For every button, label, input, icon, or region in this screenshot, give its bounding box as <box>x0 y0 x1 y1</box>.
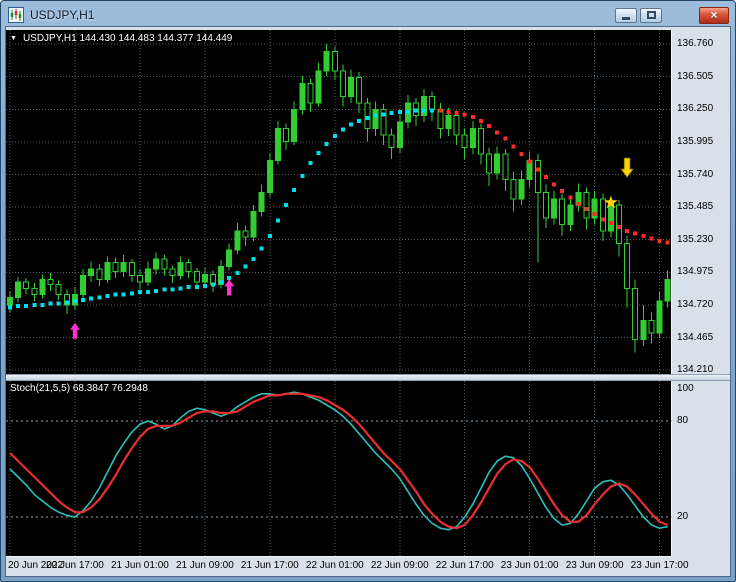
price-axis-label: 136.760 <box>677 38 714 50</box>
buy-arrow-1 <box>70 322 81 339</box>
time-axis-label: 23 Jun 17:00 <box>630 560 689 571</box>
time-axis-label: 22 Jun 01:00 <box>305 560 364 571</box>
main-chart-svg <box>6 30 672 374</box>
stochastic-axis[interactable]: 100 80 20 <box>672 381 730 557</box>
signal-arrows <box>70 157 634 339</box>
quote-dropdown-icon[interactable]: ▼ <box>10 35 17 42</box>
pane-separator[interactable] <box>6 374 730 381</box>
sell-arrow <box>620 157 634 178</box>
price-axis-label: 136.250 <box>677 103 714 115</box>
close-icon: × <box>710 8 718 22</box>
time-axis[interactable]: 20 Jun 2022 20 Jun 17:00 21 Jun 01:00 21 Ju… <box>6 557 730 575</box>
price-axis-label: 135.230 <box>677 233 714 245</box>
maximize-icon <box>646 11 656 19</box>
time-axis-label: 22 Jun 17:00 <box>435 560 494 571</box>
price-axis[interactable]: 136.760 136.505 136.250 135.995 135.740 135.4… <box>672 30 730 376</box>
close-button[interactable]: × <box>699 6 729 24</box>
stochastic-label: Stoch(21,5,5) 68.3847 76.2948 <box>10 383 148 394</box>
price-axis-label: 135.995 <box>677 135 714 147</box>
stoch-levels <box>6 420 672 518</box>
time-axis-label: 22 Jun 09:00 <box>370 560 429 571</box>
price-axis-label: 136.505 <box>677 70 714 82</box>
stoch-main-line <box>9 391 668 531</box>
window-title: USDJPY,H1 <box>30 7 95 22</box>
price-axis-label: 134.720 <box>677 298 714 310</box>
price-axis-label: 135.485 <box>677 201 714 213</box>
stoch-grid <box>9 381 661 557</box>
time-axis-label: 23 Jun 01:00 <box>500 560 559 571</box>
main-grid <box>6 30 672 374</box>
chart-window: USDJPY,H1 × ▼ USDJPY,H1 144.430 144.483 … <box>0 0 736 582</box>
time-axis-label: 23 Jun 09:00 <box>565 560 624 571</box>
candlestick-chart-icon <box>8 6 24 23</box>
stochastic-svg <box>6 381 672 557</box>
stochastic-pane[interactable]: Stoch(21,5,5) 68.3847 76.2948 <box>6 381 672 557</box>
main-chart-pane[interactable]: ▼ USDJPY,H1 144.430 144.483 144.377 144.… <box>6 30 672 374</box>
time-axis-label: 21 Jun 17:00 <box>240 560 299 571</box>
price-axis-label: 135.740 <box>677 168 714 180</box>
stoch-axis-label: 100 <box>677 383 694 394</box>
chart-client-area: ▼ USDJPY,H1 144.430 144.483 144.377 144.… <box>5 26 731 577</box>
chart-layout: ▼ USDJPY,H1 144.430 144.483 144.377 144.… <box>6 30 730 575</box>
price-axis-label: 134.210 <box>677 364 714 376</box>
price-axis-label: 134.975 <box>677 266 714 278</box>
time-axis-label: 20 Jun 17:00 <box>46 560 104 571</box>
time-axis-label: 21 Jun 01:00 <box>110 560 169 571</box>
ohlc-label: ▼ USDJPY,H1 144.430 144.483 144.377 144.… <box>10 33 232 44</box>
stoch-axis-label: 20 <box>677 511 689 522</box>
buy-arrow-2 <box>224 279 235 296</box>
window-controls: × <box>615 6 729 24</box>
stoch-axis-label: 80 <box>677 415 689 426</box>
price-axis-label: 134.465 <box>677 331 714 343</box>
maximize-button[interactable] <box>640 7 662 23</box>
minimize-icon <box>622 17 630 20</box>
minimize-button[interactable] <box>615 7 637 23</box>
ohlc-text: USDJPY,H1 144.430 144.483 144.377 144.44… <box>22 33 233 44</box>
time-axis-label: 21 Jun 09:00 <box>175 560 234 571</box>
titlebar[interactable]: USDJPY,H1 × <box>1 1 735 26</box>
